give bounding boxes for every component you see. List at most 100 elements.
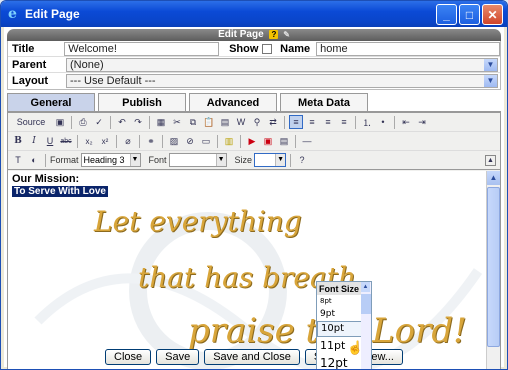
scroll-up-icon[interactable]: ▲ — [487, 171, 500, 185]
format-combo[interactable]: Heading 3 ▼ — [80, 153, 141, 167]
horizontal-rule-icon[interactable]: ― — [300, 134, 314, 148]
table-icon[interactable]: ▦ — [154, 115, 168, 129]
tab-meta-data[interactable]: Meta Data — [280, 93, 368, 111]
separator — [162, 134, 163, 148]
bold-icon[interactable]: B — [11, 134, 25, 148]
button-bar: Close Save Save and Close Save and New..… — [4, 347, 504, 367]
ie-icon: e — [8, 6, 17, 22]
help-icon[interactable]: ? — [269, 30, 279, 39]
bullet-list-icon[interactable]: • — [376, 115, 390, 129]
paste-text-icon[interactable]: ▤ — [218, 115, 232, 129]
find-icon[interactable]: ⚲ — [250, 115, 264, 129]
save-button[interactable]: Save — [156, 349, 200, 365]
size-combo[interactable]: ▼ — [254, 153, 287, 167]
chevron-down-icon[interactable]: ▼ — [484, 75, 497, 87]
separator — [355, 115, 356, 129]
hand-cursor-icon: ☝ — [347, 340, 364, 355]
superscript-icon[interactable]: x² — [98, 134, 112, 148]
undo-icon[interactable]: ↶ — [115, 115, 129, 129]
subscript-icon[interactable]: x₂ — [82, 134, 96, 148]
remove-format-icon[interactable]: ⌀ — [121, 134, 135, 148]
edit-icon[interactable]: ✎ — [283, 29, 290, 41]
youtube-icon[interactable]: ▣ — [261, 134, 275, 148]
spellcheck-icon[interactable]: ✓ — [92, 115, 106, 129]
outdent-icon[interactable]: ⇤ — [399, 115, 413, 129]
separator — [77, 134, 78, 148]
paste-icon[interactable]: 📋 — [202, 115, 216, 129]
minimize-button[interactable]: _ — [436, 4, 457, 25]
save-and-close-button[interactable]: Save and Close — [204, 349, 300, 365]
scroll-up-icon[interactable]: ▲ — [361, 282, 370, 292]
align-center-icon[interactable]: ≡ — [305, 115, 319, 129]
underline-icon[interactable]: U — [43, 134, 57, 148]
toolbar-row-3: T ◐ Format Heading 3 ▼ Font ▼ Size ▼ ? ▲ — [8, 151, 500, 170]
font-label: Font — [148, 155, 167, 165]
about-icon[interactable]: ? — [295, 153, 309, 167]
name-label: Name — [280, 42, 311, 55]
size-label: Size — [234, 155, 253, 165]
ordered-list-icon[interactable]: ⒈ — [360, 115, 374, 129]
separator — [240, 134, 241, 148]
collapse-toolbar-icon[interactable]: ▲ — [485, 154, 496, 166]
copy-icon[interactable]: ⧉ — [186, 115, 200, 129]
tab-advanced[interactable]: Advanced — [189, 93, 277, 111]
text-color-icon[interactable]: T — [11, 153, 25, 167]
title-row: Title Welcome! Show Name home — [8, 41, 500, 57]
redo-icon[interactable]: ↷ — [131, 115, 145, 129]
link-icon[interactable]: ⚭ — [144, 134, 158, 148]
tab-general[interactable]: General — [7, 93, 95, 111]
tab-publish[interactable]: Publish — [98, 93, 186, 111]
maximize-button[interactable]: □ — [459, 4, 480, 25]
image-icon[interactable]: ▨ — [167, 134, 181, 148]
editor-scrollbar[interactable]: ▲ ▼ — [486, 171, 500, 369]
table-insert-icon[interactable]: ▭ — [199, 134, 213, 148]
edit-page-window: e Edit Page _ □ ✕ Edit Page ? ✎ Title We… — [0, 0, 508, 370]
font-size-dropdown[interactable]: Font Size 8pt 9pt 10pt 11pt 12pt 14pt ▲ … — [316, 281, 372, 369]
print-icon[interactable]: ⎙ — [76, 115, 90, 129]
chevron-down-icon[interactable]: ▼ — [275, 154, 286, 166]
source-button[interactable]: Source — [11, 115, 51, 129]
window-title: Edit Page — [25, 7, 80, 21]
cut-icon[interactable]: ✂ — [170, 115, 184, 129]
chevron-down-icon[interactable]: ▼ — [215, 154, 226, 166]
window-controls: _ □ ✕ — [436, 4, 503, 25]
title-bar[interactable]: e Edit Page _ □ ✕ — [1, 1, 507, 27]
bg-color-icon[interactable]: ◐ — [27, 153, 41, 167]
layout-select[interactable]: --- Use Default --- ▼ — [66, 74, 498, 88]
flash-icon[interactable]: ⊘ — [183, 134, 197, 148]
chevron-down-icon[interactable]: ▼ — [129, 154, 140, 166]
scroll-thumb[interactable] — [487, 187, 500, 347]
separator — [45, 153, 46, 167]
strike-icon[interactable]: abc — [59, 134, 73, 148]
dropdown-scrollbar[interactable]: ▲ ▼ — [361, 282, 371, 369]
align-right-icon[interactable]: ≡ — [321, 115, 335, 129]
preview-icon[interactable]: ▣ — [53, 115, 67, 129]
show-label: Show — [229, 42, 259, 55]
close-button[interactable]: Close — [105, 349, 152, 365]
media-icon[interactable]: ▶ — [245, 134, 259, 148]
separator — [116, 134, 117, 148]
name-input[interactable]: home — [316, 41, 500, 56]
template-icon[interactable]: ▤ — [277, 134, 291, 148]
separator — [217, 134, 218, 148]
editor-document[interactable]: Our Mission: To Serve With Love Let ever… — [8, 171, 492, 369]
close-window-button[interactable]: ✕ — [482, 4, 503, 25]
justify-icon[interactable]: ≡ — [337, 115, 351, 129]
font-combo[interactable]: ▼ — [168, 153, 227, 167]
paste-word-icon[interactable]: W — [234, 115, 248, 129]
separator — [290, 153, 292, 167]
show-checkbox[interactable] — [262, 43, 273, 54]
indent-icon[interactable]: ⇥ — [415, 115, 429, 129]
italic-icon[interactable]: I — [27, 134, 41, 148]
separator — [110, 115, 111, 129]
replace-icon[interactable]: ⇄ — [266, 115, 280, 129]
parent-select[interactable]: (None) ▼ — [66, 57, 498, 72]
chevron-down-icon[interactable]: ▼ — [484, 58, 497, 71]
separator — [394, 115, 395, 129]
parent-row: Parent (None) ▼ — [8, 57, 500, 73]
dropdown-scroll-thumb[interactable] — [361, 294, 371, 314]
rich-text-editor: Source ▣ ⎙ ✓ ↶ ↷ ▦ ✂ ⧉ 📋 ▤ W ⚲ ⇄ ≡ ≡ ≡ ≡… — [7, 112, 501, 369]
title-input[interactable]: Welcome! — [64, 41, 220, 56]
div-icon[interactable]: ▥ — [222, 134, 236, 148]
align-left-icon[interactable]: ≡ — [289, 115, 303, 129]
